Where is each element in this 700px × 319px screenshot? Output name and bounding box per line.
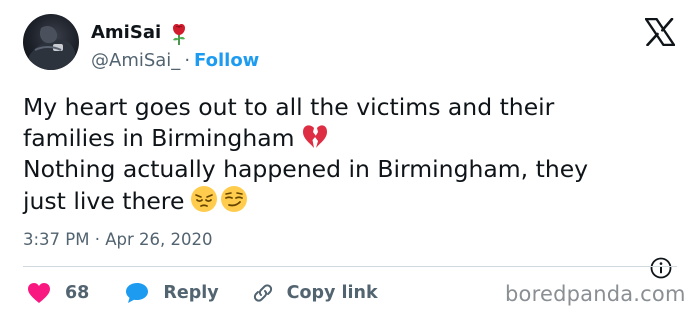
like-button[interactable]: 68 (27, 282, 89, 304)
reply-icon (126, 283, 149, 303)
handle[interactable]: @AmiSai_ (91, 50, 180, 71)
tweet-line: Nothing actually happened in Birmingham,… (23, 155, 589, 183)
divider (23, 266, 677, 267)
reply-button[interactable]: Reply (125, 282, 219, 304)
pensive-face-icon (191, 186, 218, 212)
tweet-line: just live there (23, 187, 185, 215)
separator-dot: · (184, 50, 191, 71)
rose-icon (173, 24, 185, 45)
timestamp[interactable]: 3:37 PM · Apr 26, 2020 (23, 230, 212, 249)
copy-link-button[interactable]: Copy link (251, 281, 378, 305)
avatar-image (29, 26, 75, 70)
display-name[interactable]: AmiSai (91, 22, 161, 43)
x-logo-icon[interactable] (645, 18, 675, 46)
heart-icon (28, 283, 50, 303)
link-icon (253, 284, 272, 302)
tweet-line: families in Birmingham (23, 124, 295, 152)
tweet-line-with-emoji: just live there (23, 185, 673, 217)
handle-row: @AmiSai_ · Follow (91, 50, 259, 71)
copy-link-label: Copy link (286, 283, 378, 303)
smirking-face-icon (221, 186, 248, 212)
tweet-text: My heart goes out to all the victims and… (23, 92, 673, 217)
tweet-line-with-emoji: families in Birmingham (23, 123, 673, 154)
like-count: 68 (65, 283, 90, 303)
broken-heart-icon (302, 125, 327, 148)
tweet-card: AmiSai @AmiSai_ · Follow My heart goes out… (0, 0, 700, 319)
avatar[interactable] (23, 14, 79, 70)
action-bar: 68 Reply Copy link (23, 278, 378, 308)
reply-label: Reply (163, 283, 219, 303)
watermark: boredpanda.com (505, 282, 686, 306)
info-icon[interactable] (650, 257, 672, 279)
follow-button[interactable]: Follow (194, 50, 259, 71)
tweet-line: My heart goes out to all the victims and… (23, 93, 555, 121)
